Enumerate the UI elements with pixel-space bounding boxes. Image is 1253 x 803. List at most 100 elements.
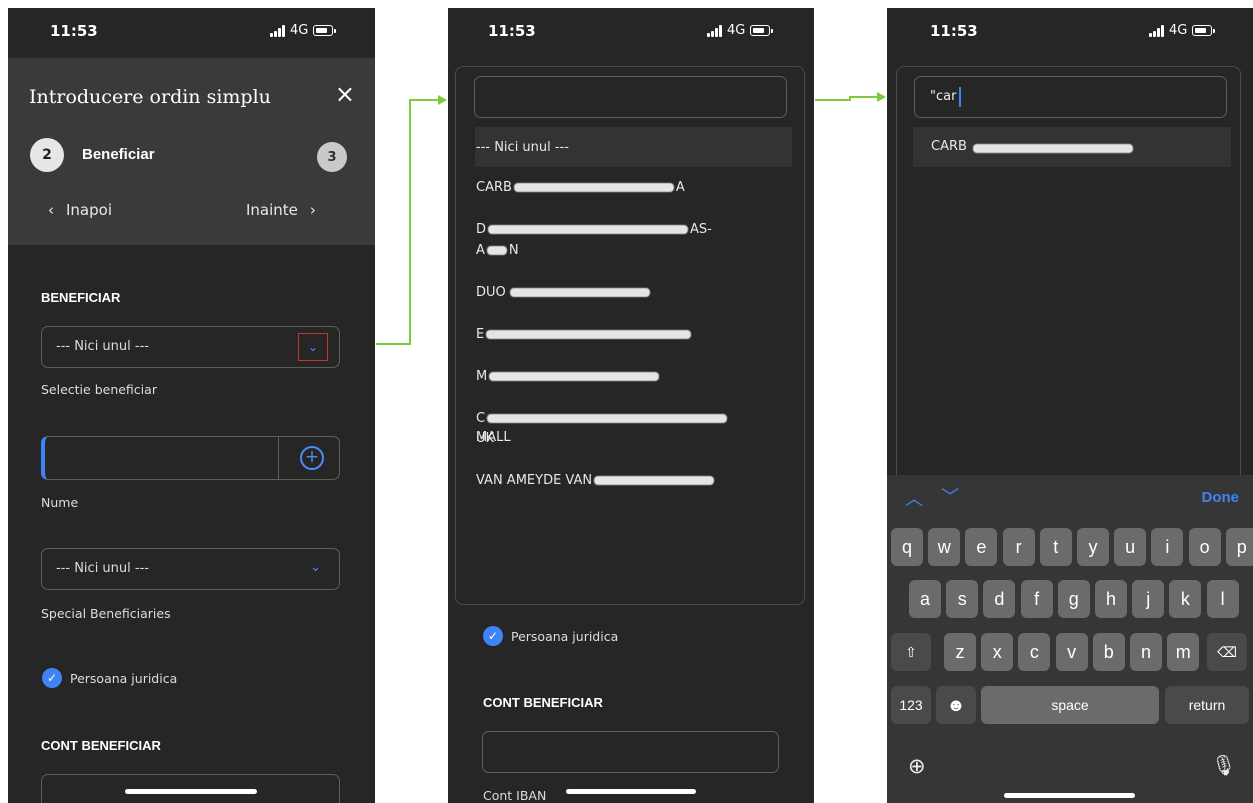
add-circle-icon[interactable]: + bbox=[300, 446, 324, 470]
redaction-mark bbox=[486, 246, 507, 255]
chevron-down-icon[interactable]: ﹀ bbox=[941, 483, 959, 509]
list-item[interactable]: M bbox=[476, 367, 746, 387]
list-item[interactable]: --- Nici unul --- bbox=[476, 138, 746, 158]
key-f[interactable]: f bbox=[1020, 580, 1053, 618]
return-key[interactable]: return bbox=[1165, 686, 1249, 724]
chevron-down-icon: ⌄ bbox=[310, 560, 321, 575]
key-z[interactable]: z bbox=[944, 633, 976, 671]
close-icon[interactable]: × bbox=[335, 80, 355, 108]
page-title: Introducere ordin simplu bbox=[29, 86, 271, 108]
status-time: 11:53 bbox=[930, 22, 978, 40]
status-bar: 11:53 4G bbox=[8, 8, 375, 58]
section-cont-beneficiar: CONT BENEFICIAR bbox=[41, 738, 161, 753]
chevron-right-icon: › bbox=[309, 201, 316, 219]
key-w[interactable]: w bbox=[928, 528, 961, 566]
key-c[interactable]: c bbox=[1018, 633, 1051, 671]
key-q[interactable]: q bbox=[891, 528, 923, 566]
redaction-mark bbox=[489, 372, 660, 381]
done-button[interactable]: Done bbox=[1202, 489, 1240, 506]
chevron-up-icon[interactable]: ︿ bbox=[905, 485, 923, 511]
list-item[interactable]: DUO bbox=[476, 283, 746, 303]
redaction-mark bbox=[487, 414, 728, 423]
status-bar: 11:53 4G bbox=[887, 8, 1253, 58]
search-input[interactable]: "car bbox=[914, 76, 1227, 118]
list-item[interactable]: MALL bbox=[476, 428, 746, 448]
checkbox-checked-icon[interactable]: ✓ bbox=[42, 668, 62, 688]
text-cursor bbox=[959, 87, 961, 107]
home-indicator bbox=[1004, 793, 1135, 798]
key-k[interactable]: k bbox=[1169, 580, 1202, 618]
redaction-mark bbox=[594, 476, 715, 485]
step-current-label: Beneficiar bbox=[82, 146, 155, 163]
search-result-item[interactable]: CARB bbox=[913, 127, 1231, 167]
redaction-mark bbox=[513, 183, 674, 192]
key-g[interactable]: g bbox=[1057, 580, 1090, 618]
key-h[interactable]: h bbox=[1095, 580, 1127, 618]
keyboard: ︿ ﹀ Done qwertyuiop asdfghjkl zxcvbnm ⇧ … bbox=[887, 475, 1253, 803]
numbers-key[interactable]: 123 bbox=[891, 686, 931, 724]
home-indicator bbox=[125, 789, 257, 794]
key-e[interactable]: e bbox=[965, 528, 998, 566]
special-caption: Special Beneficiaries bbox=[41, 606, 171, 621]
name-caption: Nume bbox=[41, 495, 79, 510]
flow-arrow-1 bbox=[376, 99, 440, 345]
next-button[interactable]: Inainte › bbox=[246, 201, 316, 219]
back-button[interactable]: ‹ Inapoi bbox=[48, 201, 112, 219]
key-l[interactable]: l bbox=[1206, 580, 1239, 618]
iban-input[interactable] bbox=[482, 731, 779, 773]
network-label: 4G bbox=[727, 23, 746, 38]
flow-arrowhead-1 bbox=[438, 95, 447, 105]
key-p[interactable]: p bbox=[1225, 528, 1253, 566]
key-a[interactable]: a bbox=[909, 580, 941, 618]
key-n[interactable]: n bbox=[1130, 633, 1162, 671]
select-caption: Selectie beneficiar bbox=[41, 382, 157, 397]
screen-order-form: 11:53 4G Introducere ordin simplu × 2 Be… bbox=[8, 8, 375, 803]
chevron-down-icon[interactable]: ⌄ bbox=[298, 333, 328, 361]
step-next-badge[interactable]: 3 bbox=[317, 142, 347, 172]
key-v[interactable]: v bbox=[1055, 633, 1088, 671]
signal-icon bbox=[707, 24, 722, 37]
key-t[interactable]: t bbox=[1039, 528, 1072, 566]
key-d[interactable]: d bbox=[983, 580, 1016, 618]
list-item[interactable]: E bbox=[476, 325, 746, 345]
search-input[interactable] bbox=[474, 76, 787, 118]
key-b[interactable]: b bbox=[1092, 633, 1125, 671]
special-beneficiaries-select[interactable]: --- Nici unul --- ⌄ bbox=[41, 548, 340, 590]
screen-search-keyboard: 11:53 4G "car CARB ︿ ﹀ Done qwertyuiop a… bbox=[887, 8, 1253, 803]
emoji-key[interactable]: ☻ bbox=[936, 686, 976, 724]
shift-key[interactable]: ⇧ bbox=[891, 633, 931, 671]
battery-icon bbox=[1192, 25, 1216, 36]
list-item[interactable]: VAN AMEYDE VAN bbox=[476, 471, 746, 491]
field-divider bbox=[278, 437, 279, 479]
checkbox-checked-icon[interactable]: ✓ bbox=[483, 626, 503, 646]
key-u[interactable]: u bbox=[1114, 528, 1147, 566]
redaction-mark bbox=[509, 288, 650, 297]
list-item[interactable]: CARB A bbox=[476, 178, 746, 198]
globe-icon[interactable]: ⊕ bbox=[908, 754, 926, 778]
redaction-mark bbox=[973, 144, 1133, 153]
microphone-icon[interactable]: 🎙 bbox=[1211, 753, 1236, 777]
network-label: 4G bbox=[290, 23, 309, 38]
section-cont-beneficiar: CONT BENEFICIAR bbox=[483, 695, 603, 710]
key-i[interactable]: i bbox=[1151, 528, 1184, 566]
battery-icon bbox=[750, 25, 774, 36]
section-beneficiar: BENEFICIAR bbox=[41, 290, 121, 305]
beneficiary-select[interactable]: --- Nici unul --- ⌄ bbox=[41, 326, 340, 368]
key-r[interactable]: r bbox=[1002, 528, 1035, 566]
chevron-left-icon: ‹ bbox=[48, 201, 54, 219]
name-input[interactable]: + bbox=[41, 436, 340, 480]
status-time: 11:53 bbox=[488, 22, 536, 40]
key-s[interactable]: s bbox=[946, 580, 979, 618]
list-item[interactable]: D AS- bbox=[476, 220, 746, 240]
key-x[interactable]: x bbox=[981, 633, 1014, 671]
redaction-mark bbox=[486, 330, 692, 339]
flow-arrowhead-2 bbox=[877, 92, 886, 102]
backspace-key[interactable]: ⌫ bbox=[1207, 633, 1247, 671]
list-item[interactable]: AN bbox=[476, 241, 746, 261]
key-y[interactable]: y bbox=[1077, 528, 1109, 566]
key-m[interactable]: m bbox=[1167, 633, 1200, 671]
key-j[interactable]: j bbox=[1132, 580, 1165, 618]
status-bar: 11:53 4G bbox=[448, 8, 814, 58]
space-key[interactable]: space bbox=[981, 686, 1159, 724]
key-o[interactable]: o bbox=[1188, 528, 1221, 566]
